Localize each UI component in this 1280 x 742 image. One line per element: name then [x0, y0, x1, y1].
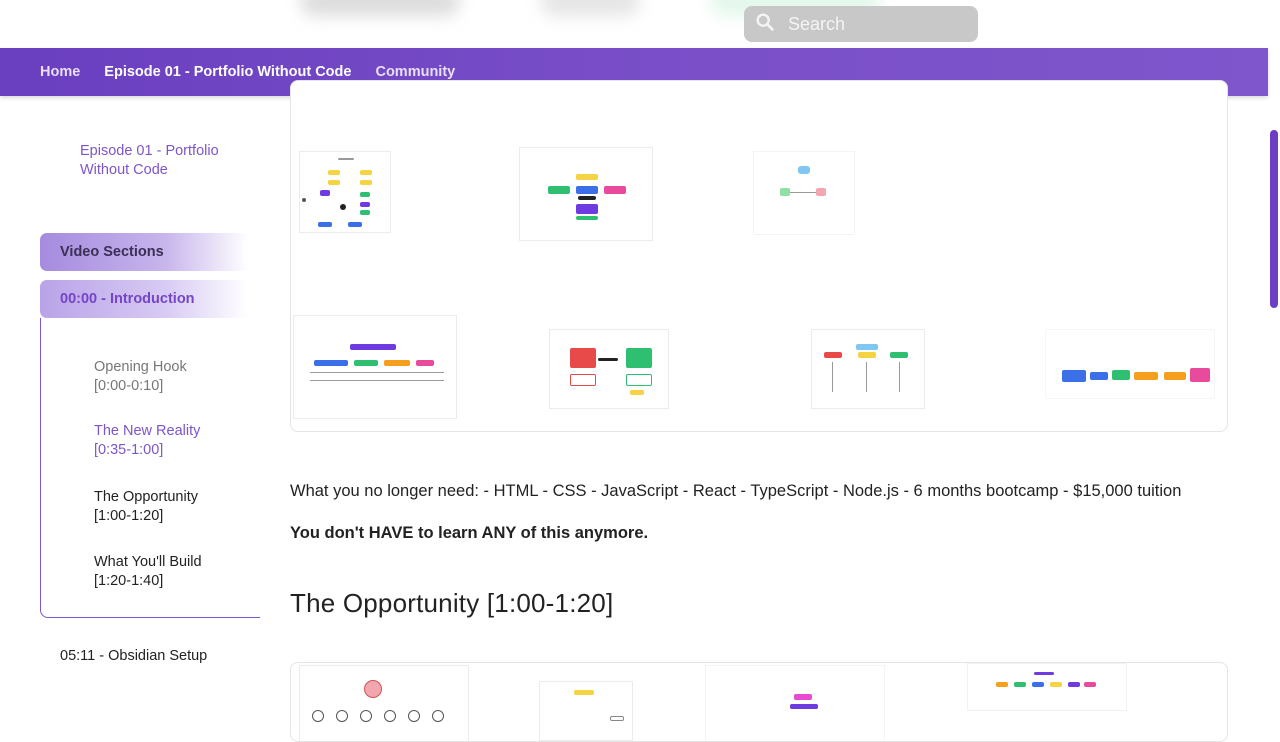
- diagram-thumbnail[interactable]: [519, 147, 653, 241]
- sidebar-obsidian-setup[interactable]: 05:11 - Obsidian Setup: [60, 648, 207, 664]
- sidebar-introduction-label: 00:00 - Introduction: [60, 291, 195, 307]
- top-header: [0, 0, 1280, 48]
- sidebar-item-what-youll-build[interactable]: What You'll Build [1:20-1:40]: [94, 553, 224, 590]
- nav-community[interactable]: Community: [375, 64, 455, 80]
- diagram-thumbnail[interactable]: [811, 329, 925, 409]
- diagram-thumbnail[interactable]: [293, 315, 457, 419]
- introduction-sublist: Opening Hook [0:00-0:10] The New Reality…: [40, 318, 260, 618]
- sidebar: Episode 01 - Portfolio Without Code Vide…: [0, 96, 260, 720]
- diagram-thumbnail[interactable]: [753, 151, 855, 235]
- diagram-thumbnail[interactable]: [549, 329, 669, 409]
- search-input[interactable]: [788, 13, 958, 35]
- sidebar-item-opening-hook[interactable]: Opening Hook [0:00-0:10]: [94, 358, 224, 395]
- diagram-thumbnail[interactable]: [1045, 329, 1215, 399]
- sidebar-item-opportunity[interactable]: The Opportunity [1:00-1:20]: [94, 488, 224, 525]
- sidebar-video-sections[interactable]: Video Sections: [40, 233, 248, 271]
- diagram-thumbnail[interactable]: [967, 663, 1127, 711]
- diagram-thumbnail[interactable]: [705, 665, 885, 741]
- search-bar[interactable]: [744, 6, 978, 42]
- header-decoration: [540, 0, 640, 16]
- content-paragraph: What you no longer need: - HTML - CSS - …: [290, 482, 1182, 500]
- header-decoration: [300, 0, 460, 16]
- sidebar-introduction[interactable]: 00:00 - Introduction: [40, 280, 248, 318]
- sidebar-video-sections-label: Video Sections: [60, 244, 164, 260]
- section-heading: The Opportunity [1:00-1:20]: [290, 588, 614, 618]
- diagram-thumbnail[interactable]: [299, 151, 391, 233]
- sidebar-episode-link[interactable]: Episode 01 - Portfolio Without Code: [80, 142, 220, 179]
- canvas-embed[interactable]: [290, 662, 1228, 742]
- diagram-thumbnail[interactable]: [539, 681, 633, 741]
- content-bold-statement: You don't HAVE to learn ANY of this anym…: [290, 524, 649, 542]
- diagram-thumbnail[interactable]: [299, 665, 469, 741]
- search-icon: [754, 11, 776, 38]
- nav-episode[interactable]: Episode 01 - Portfolio Without Code: [104, 64, 351, 80]
- canvas-embed[interactable]: [290, 80, 1228, 432]
- nav-home[interactable]: Home: [40, 64, 80, 80]
- sidebar-item-new-reality[interactable]: The New Reality [0:35-1:00]: [94, 422, 224, 459]
- page-scrollbar[interactable]: [1270, 130, 1278, 308]
